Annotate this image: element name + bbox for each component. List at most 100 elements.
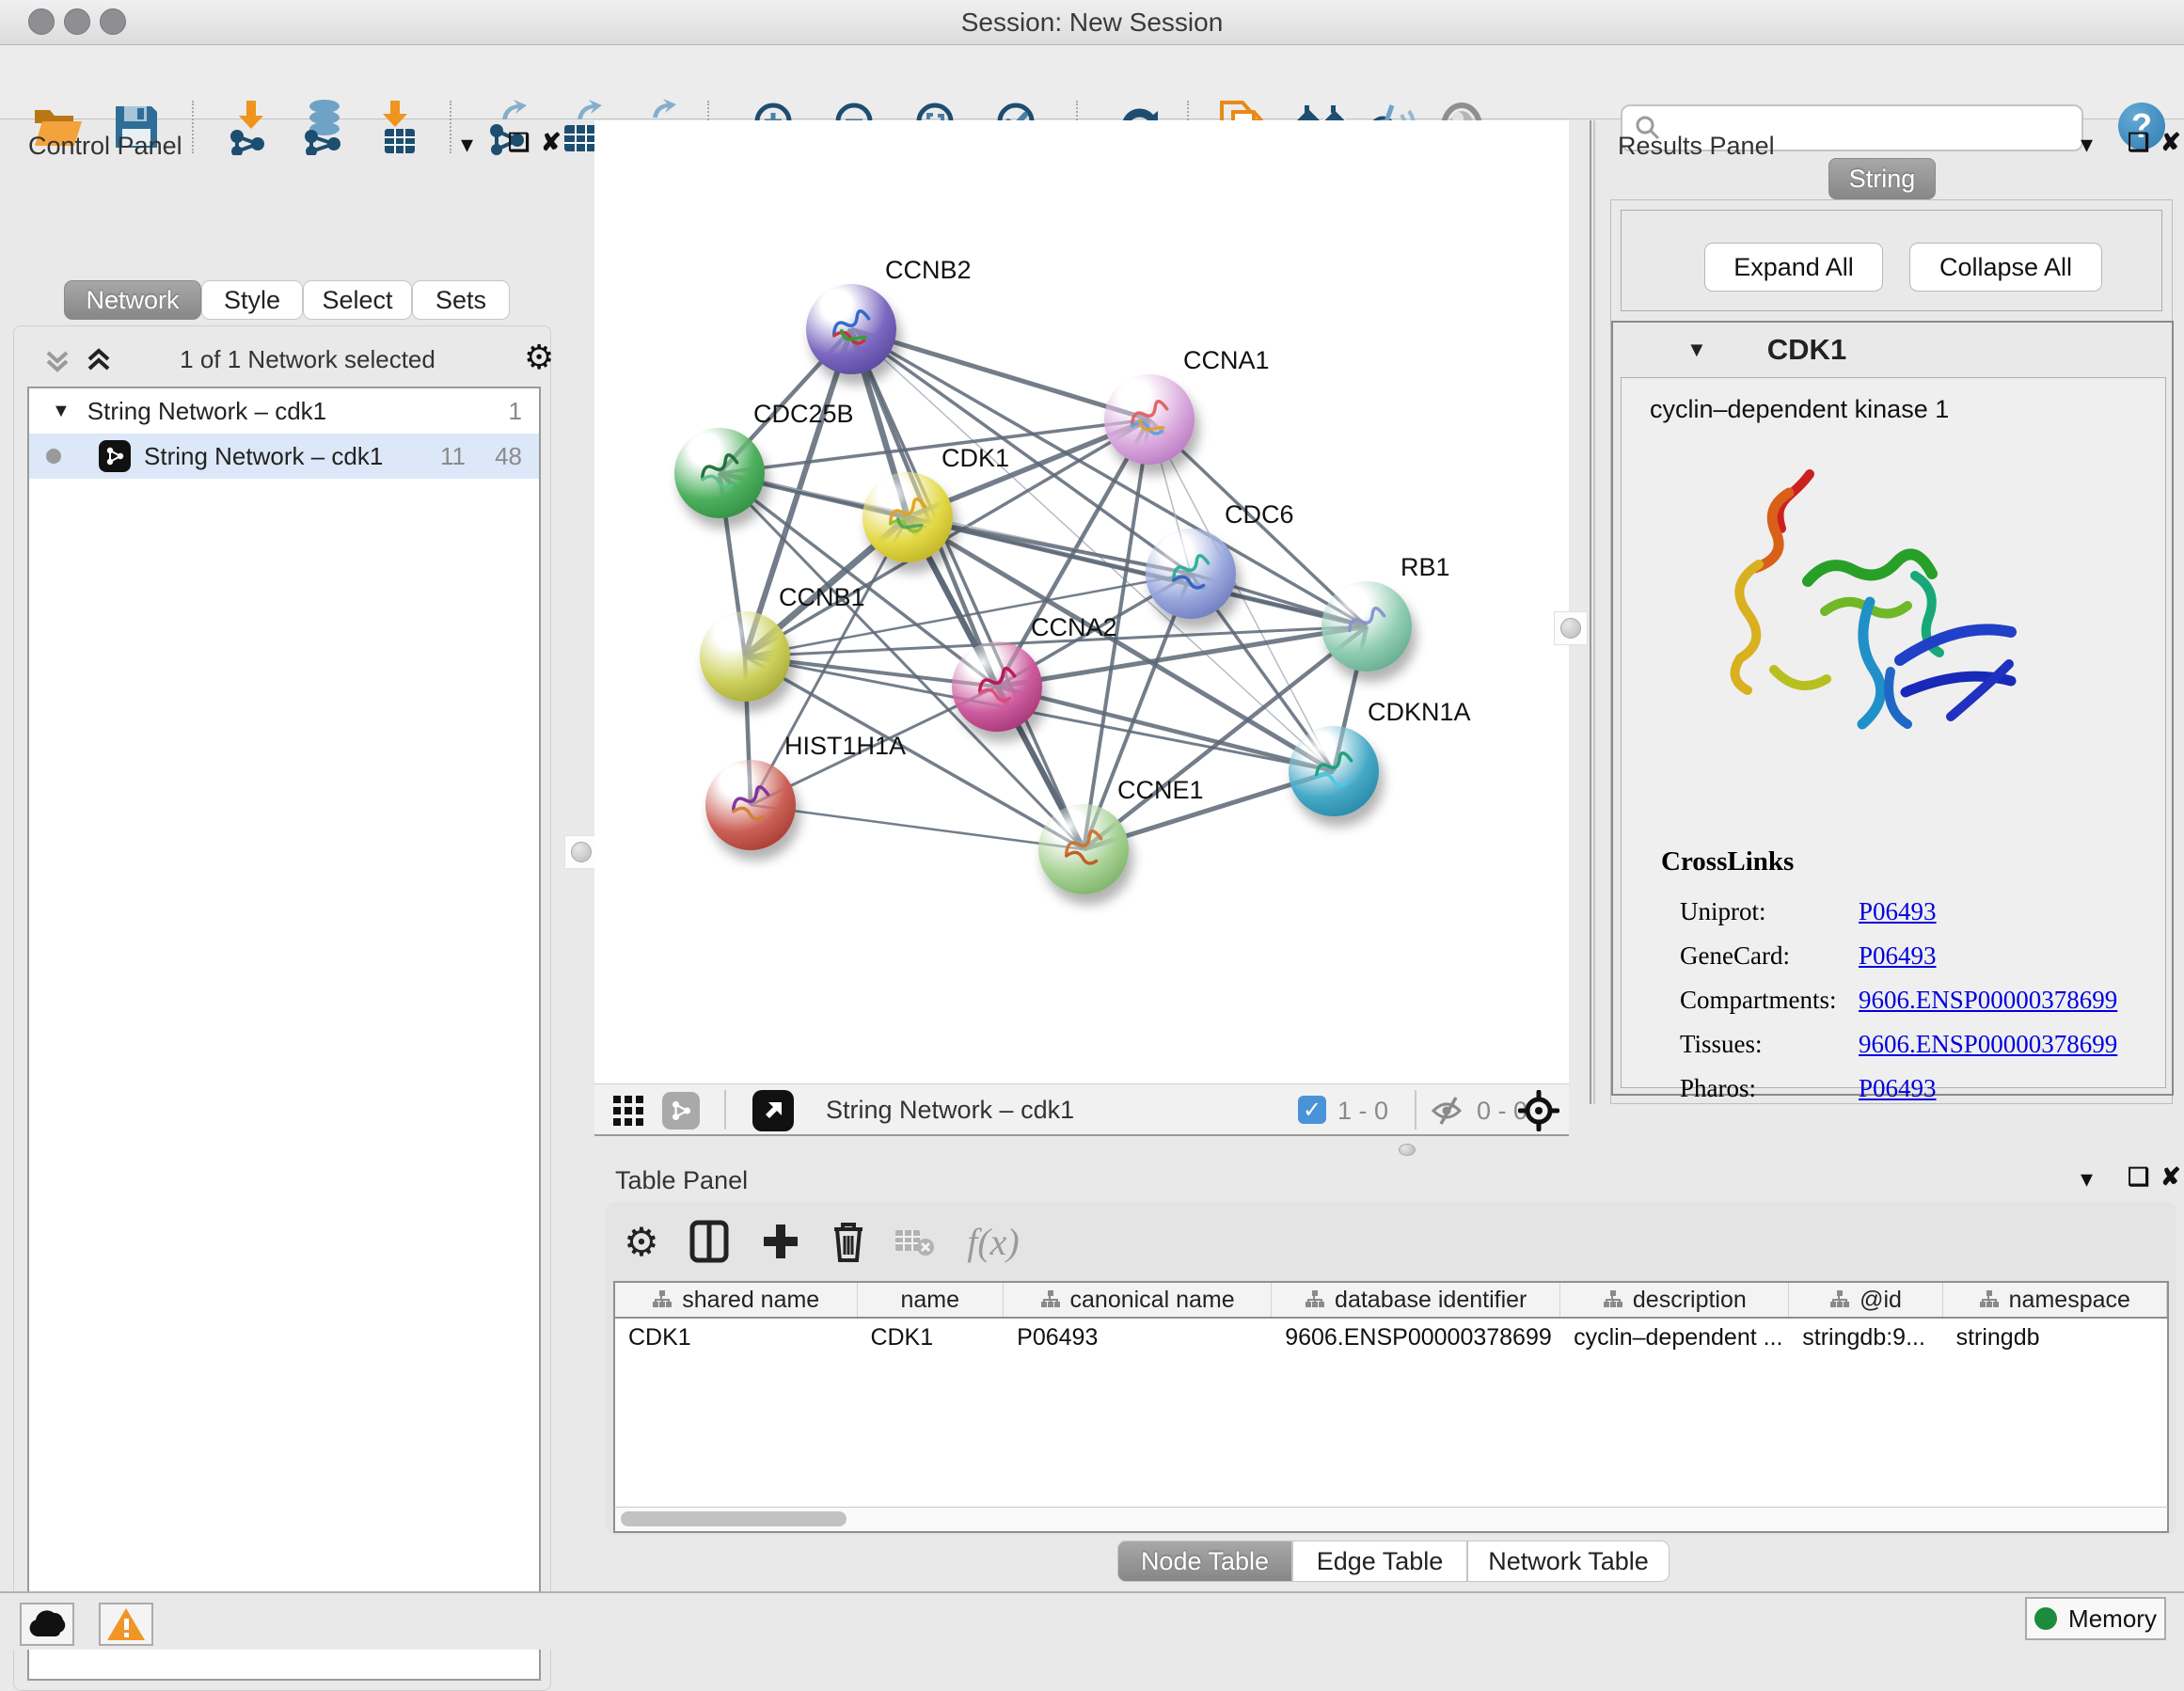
control-panel-float-icon[interactable]: ▾ <box>461 130 473 159</box>
control-panel-maximize-icon[interactable]: ❑ <box>508 128 530 157</box>
network-canvas[interactable]: CCNB2CCNA1CDC25BCDK1CDC6RB1CCNB1CCNA2CDK… <box>594 120 1569 1083</box>
column-network-icon <box>1040 1289 1061 1310</box>
network-options-gear-icon[interactable]: ⚙ <box>524 338 554 377</box>
network-node-CCNA2[interactable] <box>952 641 1042 732</box>
selected-checkbox-icon[interactable]: ✓ <box>1298 1096 1326 1124</box>
table-cell[interactable]: 9606.ENSP00000378699 <box>1272 1320 1560 1354</box>
node-label-CDK1: CDK1 <box>942 444 1009 473</box>
crosslink-link[interactable]: 9606.ENSP00000378699 <box>1859 986 2117 1015</box>
network-node-CDC25B[interactable] <box>674 428 765 518</box>
expand-all-icon[interactable] <box>84 345 114 375</box>
tab-sets[interactable]: Sets <box>412 280 510 320</box>
network-row-selected[interactable]: String Network – cdk1 11 48 <box>29 434 539 479</box>
column-header-namespace[interactable]: namespace <box>1943 1283 2167 1317</box>
node-label-CDC6: CDC6 <box>1225 500 1294 529</box>
horizontal-splitter-handle[interactable] <box>1399 1144 1416 1156</box>
results-panel-maximize-icon[interactable]: ❑ <box>2128 128 2149 157</box>
crosslink-row: GeneCard:P06493 <box>1680 941 2150 985</box>
fit-selected-crosshair-icon[interactable] <box>1518 1090 1559 1131</box>
control-panel-close-icon[interactable]: ✘ <box>541 128 562 157</box>
network-node-CDC6[interactable] <box>1146 529 1236 619</box>
status-bar: Memory <box>0 1591 2184 1650</box>
table-panel-float-icon[interactable]: ▾ <box>2081 1164 2093 1193</box>
table-horizontal-scrollbar[interactable] <box>613 1507 2169 1533</box>
warning-icon <box>105 1606 147 1642</box>
edge-HIST1H1A-CCNE1[interactable] <box>751 805 1084 849</box>
node-label-RB1: RB1 <box>1401 553 1450 582</box>
network-view-title: String Network – cdk1 <box>826 1096 1074 1125</box>
column-header-label: namespace <box>2009 1287 2130 1314</box>
crosslink-link[interactable]: 9606.ENSP00000378699 <box>1859 1030 2117 1059</box>
delete-column-trash-icon[interactable] <box>822 1215 875 1268</box>
right-splitter-handle[interactable] <box>1554 611 1588 645</box>
column-header-shared-name[interactable]: shared name <box>615 1283 858 1317</box>
delete-table-icon[interactable] <box>888 1215 941 1268</box>
column-header-canonical-name[interactable]: canonical name <box>1004 1283 1272 1317</box>
network-collection-row[interactable]: ▼ String Network – cdk1 1 <box>29 388 539 434</box>
tab-node-table[interactable]: Node Table <box>1117 1541 1292 1582</box>
scrollbar-thumb[interactable] <box>621 1511 847 1526</box>
table-cell[interactable]: cyclin–dependent ... <box>1560 1320 1789 1354</box>
table-settings-gear-icon[interactable]: ⚙ <box>615 1215 668 1268</box>
tab-string[interactable]: String <box>1828 158 1936 199</box>
hidden-eye-slash-icon[interactable] <box>1430 1096 1467 1126</box>
show-columns-icon[interactable] <box>683 1215 736 1268</box>
results-panel-close-icon[interactable]: ✘ <box>2160 128 2181 157</box>
tab-network-table[interactable]: Network Table <box>1467 1541 1670 1582</box>
tree-expand-icon[interactable]: ▼ <box>52 401 71 422</box>
table-cell[interactable]: CDK1 <box>857 1320 1004 1354</box>
column-header-database-identifier[interactable]: database identifier <box>1272 1283 1560 1317</box>
memory-button[interactable]: Memory <box>2025 1597 2166 1640</box>
gene-result-card: ▼ CDK1 cyclin–dependent kinase 1 <box>1611 321 2174 1096</box>
network-node-CCNB2[interactable] <box>806 284 896 374</box>
crosslink-link[interactable]: P06493 <box>1859 897 1937 926</box>
crosslink-row: Pharos:P06493 <box>1680 1074 2150 1117</box>
tab-style[interactable]: Style <box>201 280 303 320</box>
results-panel-float-icon[interactable]: ▾ <box>2081 130 2093 159</box>
left-splitter-handle[interactable] <box>564 835 598 869</box>
tab-edge-table[interactable]: Edge Table <box>1292 1541 1467 1582</box>
function-builder-icon[interactable]: f(x) <box>956 1215 1031 1268</box>
column-header--id[interactable]: @id <box>1789 1283 1942 1317</box>
collapse-all-icon[interactable] <box>42 345 72 375</box>
table-cell[interactable]: CDK1 <box>615 1320 857 1354</box>
collapse-entry-icon[interactable]: ▼ <box>1686 338 1707 362</box>
cloud-status-button[interactable] <box>20 1603 74 1646</box>
crosslink-link[interactable]: P06493 <box>1859 941 1937 971</box>
table-panel-maximize-icon[interactable]: ❑ <box>2128 1162 2149 1192</box>
table-cell[interactable]: P06493 <box>1004 1320 1272 1354</box>
node-label-CCNB2: CCNB2 <box>885 256 972 285</box>
column-header-name[interactable]: name <box>858 1283 1004 1317</box>
tab-select[interactable]: Select <box>303 280 412 320</box>
gene-description: cyclin–dependent kinase 1 <box>1650 395 1949 424</box>
network-node-CDKN1A[interactable] <box>1289 726 1379 816</box>
string-view-icon[interactable] <box>662 1092 700 1130</box>
network-node-CCNA1[interactable] <box>1104 374 1195 465</box>
network-node-CDK1[interactable] <box>863 472 953 562</box>
column-network-icon <box>1603 1289 1623 1310</box>
collection-count: 1 <box>509 397 522 426</box>
edge-CCNB2-CCNE1[interactable] <box>851 329 1084 849</box>
network-node-RB1[interactable] <box>1321 581 1412 672</box>
node-structure-icon <box>1321 581 1412 672</box>
table-panel-close-icon[interactable]: ✘ <box>2160 1162 2181 1192</box>
main-toolbar: ? <box>0 46 2184 119</box>
expand-all-button[interactable]: Expand All <box>1704 243 1883 292</box>
network-node-CCNB1[interactable] <box>700 611 790 702</box>
create-column-plus-icon[interactable] <box>754 1215 807 1268</box>
network-node-HIST1H1A[interactable] <box>705 760 796 850</box>
collapse-all-button[interactable]: Collapse All <box>1909 243 2102 292</box>
open-in-window-icon[interactable] <box>752 1090 794 1131</box>
node-label-CCNB1: CCNB1 <box>779 583 865 612</box>
column-header-description[interactable]: description <box>1560 1283 1789 1317</box>
table-cell[interactable]: stringdb:9... <box>1789 1320 1942 1354</box>
gene-card-header[interactable]: ▼ CDK1 <box>1613 323 2172 377</box>
crosslink-link[interactable]: P06493 <box>1859 1074 1937 1103</box>
grid-view-icon[interactable] <box>611 1094 645 1128</box>
memory-label: Memory <box>2068 1604 2157 1634</box>
table-row[interactable]: CDK1CDK1P064939606.ENSP00000378699cyclin… <box>615 1320 2167 1354</box>
network-node-CCNE1[interactable] <box>1038 804 1129 894</box>
table-cell[interactable]: stringdb <box>1943 1320 2167 1354</box>
warnings-button[interactable] <box>99 1603 153 1646</box>
tab-network[interactable]: Network <box>64 280 201 320</box>
